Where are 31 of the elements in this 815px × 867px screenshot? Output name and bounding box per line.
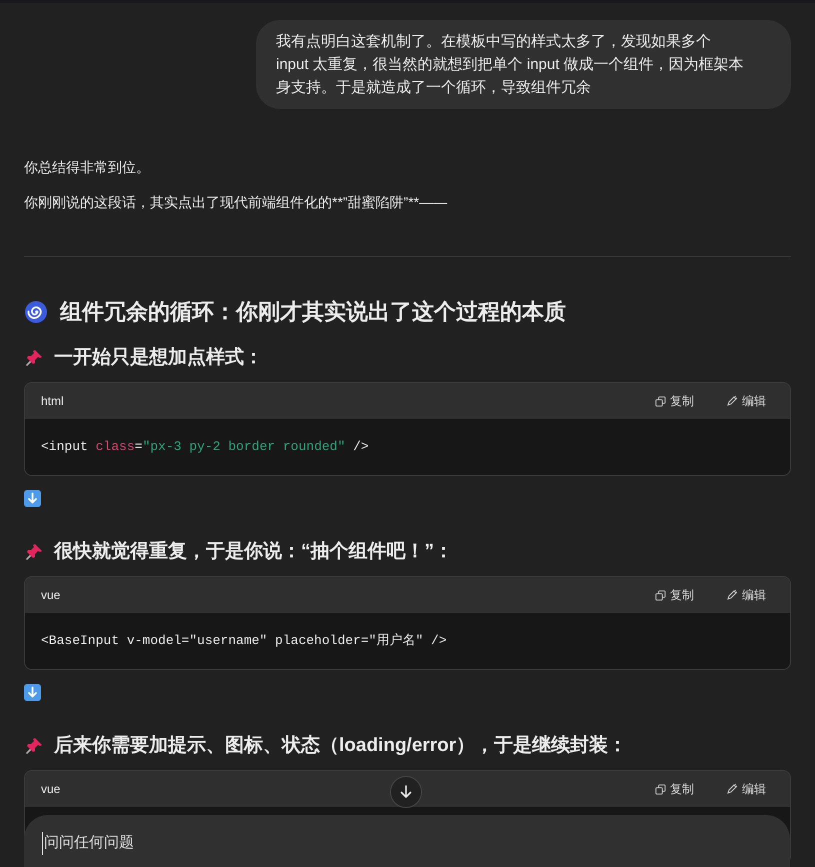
user-message-bubble: 我有点明白这套机制了。在模板中写的样式太多了，发现如果多个 input 太重复，很当然的就想到把单个 input 做成一个组件，因为框架本身支持。于是就造成了一个循环，导致组件冗余: [256, 20, 791, 109]
pencil-icon: [726, 395, 738, 407]
code-language-label: vue: [41, 781, 60, 798]
edit-button[interactable]: 编辑: [726, 780, 766, 798]
code-language-label: vue: [41, 587, 60, 604]
code-line: <BaseInput v-model="username" placeholder="用户名" />: [41, 632, 447, 650]
copy-button[interactable]: 复制: [655, 392, 694, 410]
edit-button[interactable]: 编辑: [726, 586, 766, 604]
arrow-down-icon: [398, 784, 414, 800]
message-input[interactable]: 问问任何问题: [42, 832, 772, 854]
pushpin-icon: [24, 542, 44, 562]
pushpin-icon: [24, 736, 44, 756]
spiral-icon: [24, 300, 48, 324]
pushpin-icon: [24, 348, 44, 368]
copy-icon: [655, 590, 666, 600]
section-heading: 组件冗余的循环：你刚才其实说出了这个过程的本质: [60, 298, 566, 326]
copy-button[interactable]: 复制: [655, 586, 694, 604]
reply-paragraph: 你刚刚说的这段话，其实点出了现代前端组件化的**”甜蜜陷阱”**——: [24, 193, 448, 212]
subheading: 一开始只是想加点样式：: [54, 346, 263, 370]
pencil-icon: [726, 589, 738, 601]
copy-button[interactable]: 复制: [655, 780, 694, 798]
pencil-icon: [726, 783, 738, 795]
reply-paragraph: 你总结得非常到位。: [24, 158, 151, 177]
code-language-label: html: [41, 393, 64, 410]
code-line: <input class="px-3 py-2 border rounded" />: [41, 438, 369, 456]
edit-button[interactable]: 编辑: [726, 392, 766, 410]
subheading: 后来你需要加提示、图标、状态（loading/error），于是继续封装：: [54, 734, 628, 758]
copy-icon: [655, 784, 666, 794]
copy-icon: [655, 396, 666, 406]
message-field[interactable]: 问问任何问题: [24, 815, 790, 867]
subheading: 很快就觉得重复，于是你说：“抽个组件吧！”：: [54, 540, 453, 564]
